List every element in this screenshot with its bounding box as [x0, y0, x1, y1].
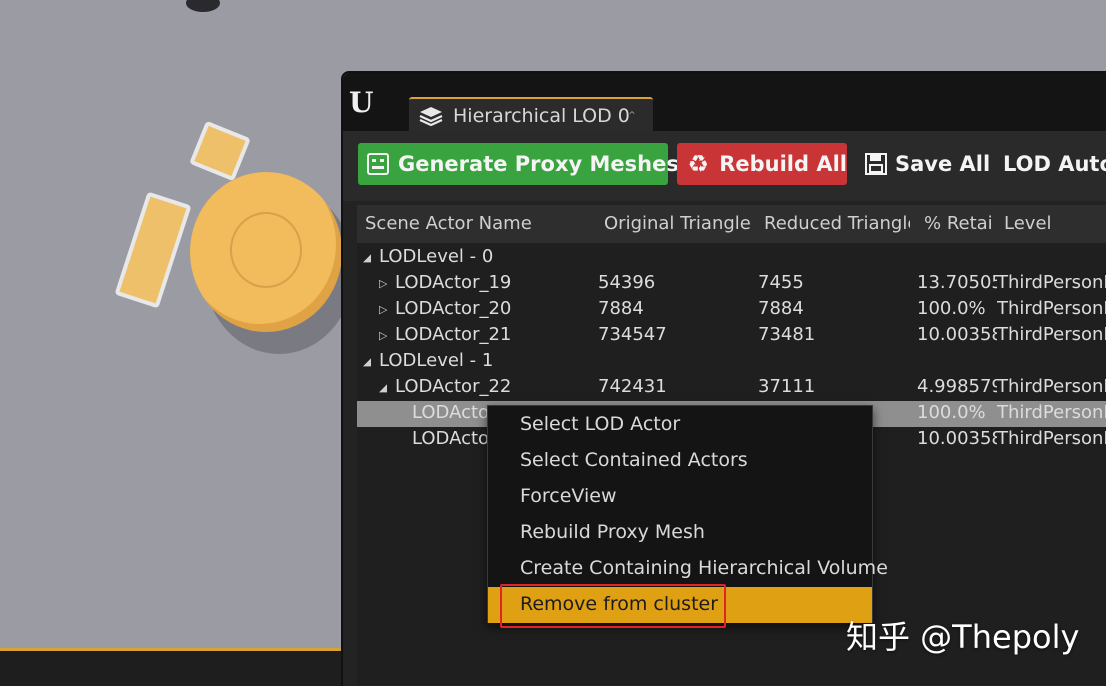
row-level: ThirdPersonExampleMap	[997, 402, 1106, 423]
tab-title: Hierarchical LOD 0	[453, 105, 630, 127]
row-reduced: 7884	[758, 298, 804, 319]
tree-row-lodlevel-1[interactable]: ◢ LODLevel - 1	[357, 349, 1106, 375]
table-center-ring	[230, 212, 302, 288]
rebuild-all-label: Rebuild All	[719, 152, 847, 176]
row-name: LODLevel - 0	[379, 246, 494, 267]
menu-item-rebuild-proxy-mesh[interactable]: Rebuild Proxy Mesh	[488, 515, 872, 551]
row-name: LODActor_22	[395, 376, 512, 397]
expand-arrow-icon[interactable]: ▷	[379, 303, 387, 316]
expand-arrow-icon[interactable]: ◢	[379, 381, 387, 394]
layers-icon	[419, 107, 443, 126]
row-reduced: 7455	[758, 272, 804, 293]
row-level: ThirdPersonExampleMap	[997, 298, 1106, 319]
row-reduced: 73481	[758, 324, 816, 345]
hlod-toolbar: Generate Proxy Meshes ♻ Rebuild All Save…	[343, 131, 1106, 201]
column-percent-retained[interactable]: % Retai	[924, 213, 992, 234]
row-name: LODLevel - 1	[379, 350, 494, 371]
row-original: 54396	[598, 272, 656, 293]
expand-arrow-icon[interactable]: ▷	[379, 329, 387, 342]
viewport-bottom-bar	[0, 648, 345, 686]
row-name: LODActor_21	[395, 324, 512, 345]
tree-row[interactable]: ◢ LODActor_22 742431 37111 4.998579 Thir…	[357, 375, 1106, 401]
annotation-highlight-box	[500, 584, 726, 628]
column-original-triangle[interactable]: Original Triangle	[604, 213, 754, 234]
tree-row[interactable]: ▷ LODActor_21 734547 73481 10.00358 Thir…	[357, 323, 1106, 349]
menu-item-forceview[interactable]: ForceView	[488, 479, 872, 515]
row-original: 7884	[598, 298, 644, 319]
row-level: ThirdPersonExampleMap	[997, 428, 1106, 449]
window-titlebar: U Hierarchical LOD 0 ⌃	[343, 73, 1106, 133]
row-retained: 13.70505	[917, 272, 997, 293]
menu-item-label: Create Containing Hierarchical Volume	[520, 557, 888, 579]
menu-item-select-contained-actors[interactable]: Select Contained Actors	[488, 443, 872, 479]
save-icon	[865, 151, 887, 177]
row-retained: 100.0%	[917, 402, 986, 423]
row-name: LODActor_19	[395, 272, 512, 293]
menu-item-label: Select LOD Actor	[520, 413, 681, 435]
rebuild-all-button[interactable]: ♻ Rebuild All	[677, 143, 847, 185]
menu-item-create-containing-hierarchical-volume[interactable]: Create Containing Hierarchical Volume	[488, 551, 888, 587]
tree-row[interactable]: ▷ LODActor_20 7884 7884 100.0% ThirdPers…	[357, 297, 1106, 323]
column-reduced-triangle[interactable]: Reduced Triangle	[764, 213, 910, 234]
tree-header: Scene Actor Name Original Triangle Reduc…	[357, 205, 1106, 243]
lod-auto-button[interactable]: LOD Auto	[1003, 143, 1106, 185]
lod-auto-label: LOD Auto	[1003, 152, 1106, 176]
chair-prop	[114, 191, 192, 309]
row-reduced: 37111	[758, 376, 816, 397]
save-all-button[interactable]: Save All	[857, 143, 991, 185]
tree-row[interactable]: ▷ LODActor_19 54396 7455 13.70505 ThirdP…	[357, 271, 1106, 297]
tab-dropdown-icon[interactable]: ⌃	[627, 109, 637, 123]
tab-hierarchical-lod[interactable]: Hierarchical LOD 0 ⌃	[409, 97, 653, 133]
unreal-logo-icon: U	[349, 86, 374, 119]
row-retained: 4.998579	[917, 376, 997, 397]
generate-proxy-meshes-label: Generate Proxy Meshes	[398, 152, 679, 176]
expand-arrow-icon[interactable]: ◢	[363, 355, 371, 368]
column-level[interactable]: Level	[1004, 213, 1104, 234]
rock-prop	[186, 0, 220, 12]
row-retained: 10.00358	[917, 428, 997, 449]
row-retained: 10.00358	[917, 324, 997, 345]
save-all-label: Save All	[895, 152, 991, 176]
recycle-icon: ♻	[687, 150, 709, 178]
row-original: 742431	[598, 376, 667, 397]
generate-proxy-meshes-button[interactable]: Generate Proxy Meshes	[358, 143, 679, 185]
row-retained: 100.0%	[917, 298, 986, 319]
expand-arrow-icon[interactable]: ▷	[379, 277, 387, 290]
watermark-text: 知乎 @Thepoly	[846, 618, 1080, 656]
row-level: ThirdPersonExampleMap	[997, 324, 1106, 345]
menu-item-label: Select Contained Actors	[520, 449, 748, 471]
column-scene-actor-name[interactable]: Scene Actor Name	[365, 213, 595, 234]
proxy-mesh-icon	[366, 151, 390, 177]
menu-item-select-lod-actor[interactable]: Select LOD Actor	[488, 407, 872, 443]
menu-item-label: ForceView	[520, 485, 617, 507]
row-level: ThirdPersonExampleMap	[997, 272, 1106, 293]
tree-row-lodlevel-0[interactable]: ◢ LODLevel - 0	[357, 245, 1106, 271]
row-name: LODActor_20	[395, 298, 512, 319]
row-original: 734547	[598, 324, 667, 345]
expand-arrow-icon[interactable]: ◢	[363, 251, 371, 264]
menu-item-label: Rebuild Proxy Mesh	[520, 521, 705, 543]
row-level: ThirdPersonExampleMap	[997, 376, 1106, 397]
chair-prop	[189, 120, 251, 182]
